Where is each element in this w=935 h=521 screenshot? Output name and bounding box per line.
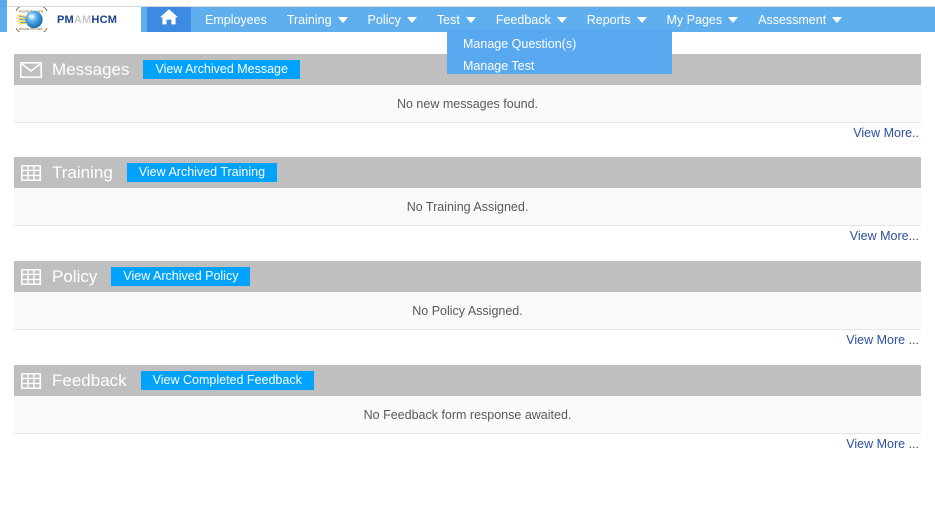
view-more-link-messages[interactable]: View More.. <box>853 126 919 140</box>
nav-item-label: Test <box>436 12 460 27</box>
chevron-down-icon <box>406 16 417 23</box>
panel-empty-message: No Feedback form response awaited. <box>363 407 572 422</box>
panel-empty-message: No Policy Assigned. <box>412 303 523 318</box>
home-button[interactable] <box>147 7 191 32</box>
panel-header: Training View Archived Training <box>14 157 921 188</box>
panel-header: Policy View Archived Policy <box>14 261 921 292</box>
nav-item-label: Feedback <box>495 12 551 27</box>
grid-icon <box>14 157 48 188</box>
panel-footer: View More.. <box>14 123 921 143</box>
view-more-link-training[interactable]: View More... <box>850 229 919 243</box>
panel-title: Feedback <box>52 370 127 390</box>
brand-logo[interactable]: Around the world Around the clock PMAMHC… <box>7 3 141 36</box>
panel-training: Training View Archived Training No Train… <box>14 157 921 246</box>
dropdown-item-label: Manage Test <box>463 59 535 73</box>
dropdown-item-manage-test[interactable]: Manage Test <box>447 55 672 77</box>
nav-item-policy[interactable]: Policy <box>358 7 427 32</box>
svg-text:Around the clock: Around the clock <box>19 27 43 31</box>
nav-item-label: Employees <box>205 12 267 27</box>
nav-item-training[interactable]: Training <box>277 7 358 32</box>
brand-name-pm: PM <box>57 13 74 26</box>
view-archived-training-button[interactable]: View Archived Training <box>126 163 278 182</box>
nav-item-label: My Pages <box>666 12 723 27</box>
grid-icon <box>14 261 48 292</box>
top-strip <box>0 0 935 7</box>
nav-item-label: Training <box>286 12 332 27</box>
nav-item-label: Policy <box>367 12 401 27</box>
view-completed-feedback-button[interactable]: View Completed Feedback <box>140 371 314 390</box>
view-more-link-feedback[interactable]: View More ... <box>846 437 919 451</box>
panel-title: Policy <box>52 266 98 286</box>
brand-name-hcm: HCM <box>91 13 118 26</box>
home-icon <box>159 8 179 31</box>
brand-name: PMAMHCM <box>57 14 117 26</box>
envelope-icon <box>14 54 48 85</box>
panel-title: Training <box>52 162 113 182</box>
dropdown-item-label: Manage Question(s) <box>463 37 577 51</box>
globe-icon: Around the world Around the clock <box>13 3 55 36</box>
nav-item-label: Assessment <box>758 12 827 27</box>
chevron-down-icon <box>832 16 843 23</box>
panel-feedback: Feedback View Completed Feedback No Feed… <box>14 365 921 454</box>
nav-item-employees[interactable]: Employees <box>195 7 277 32</box>
chevron-down-icon <box>728 16 739 23</box>
panel-header: Feedback View Completed Feedback <box>14 365 921 396</box>
test-dropdown-menu: Manage Question(s) Manage Test <box>447 29 672 74</box>
chevron-down-icon <box>636 16 647 23</box>
panel-body: No Feedback form response awaited. <box>14 396 921 434</box>
panel-body: No Training Assigned. <box>14 188 921 226</box>
chevron-down-icon <box>337 16 348 23</box>
dashboard-content: Messages View Archived Message No new me… <box>0 32 935 521</box>
view-more-link-policy[interactable]: View More ... <box>846 333 919 347</box>
nav-item-assessment[interactable]: Assessment <box>748 7 852 32</box>
panel-title: Messages <box>52 59 130 79</box>
panel-body: No new messages found. <box>14 85 921 123</box>
panel-footer: View More ... <box>14 434 921 454</box>
panel-body: No Policy Assigned. <box>14 292 921 330</box>
panel-policy: Policy View Archived Policy No Policy As… <box>14 261 921 350</box>
chevron-down-icon <box>465 16 476 23</box>
top-strip-accent <box>0 0 7 7</box>
panel-footer: View More ... <box>14 330 921 350</box>
panel-empty-message: No new messages found. <box>396 96 539 111</box>
grid-icon <box>14 365 48 396</box>
view-archived-policy-button[interactable]: View Archived Policy <box>111 267 251 286</box>
dropdown-item-manage-questions[interactable]: Manage Question(s) <box>447 33 672 55</box>
brand-name-am: AM <box>73 13 92 26</box>
nav-item-label: Reports <box>586 12 631 27</box>
panel-empty-message: No Training Assigned. <box>406 199 529 214</box>
panel-footer: View More... <box>14 226 921 246</box>
view-archived-message-button[interactable]: View Archived Message <box>143 60 300 79</box>
chevron-down-icon <box>556 16 567 23</box>
